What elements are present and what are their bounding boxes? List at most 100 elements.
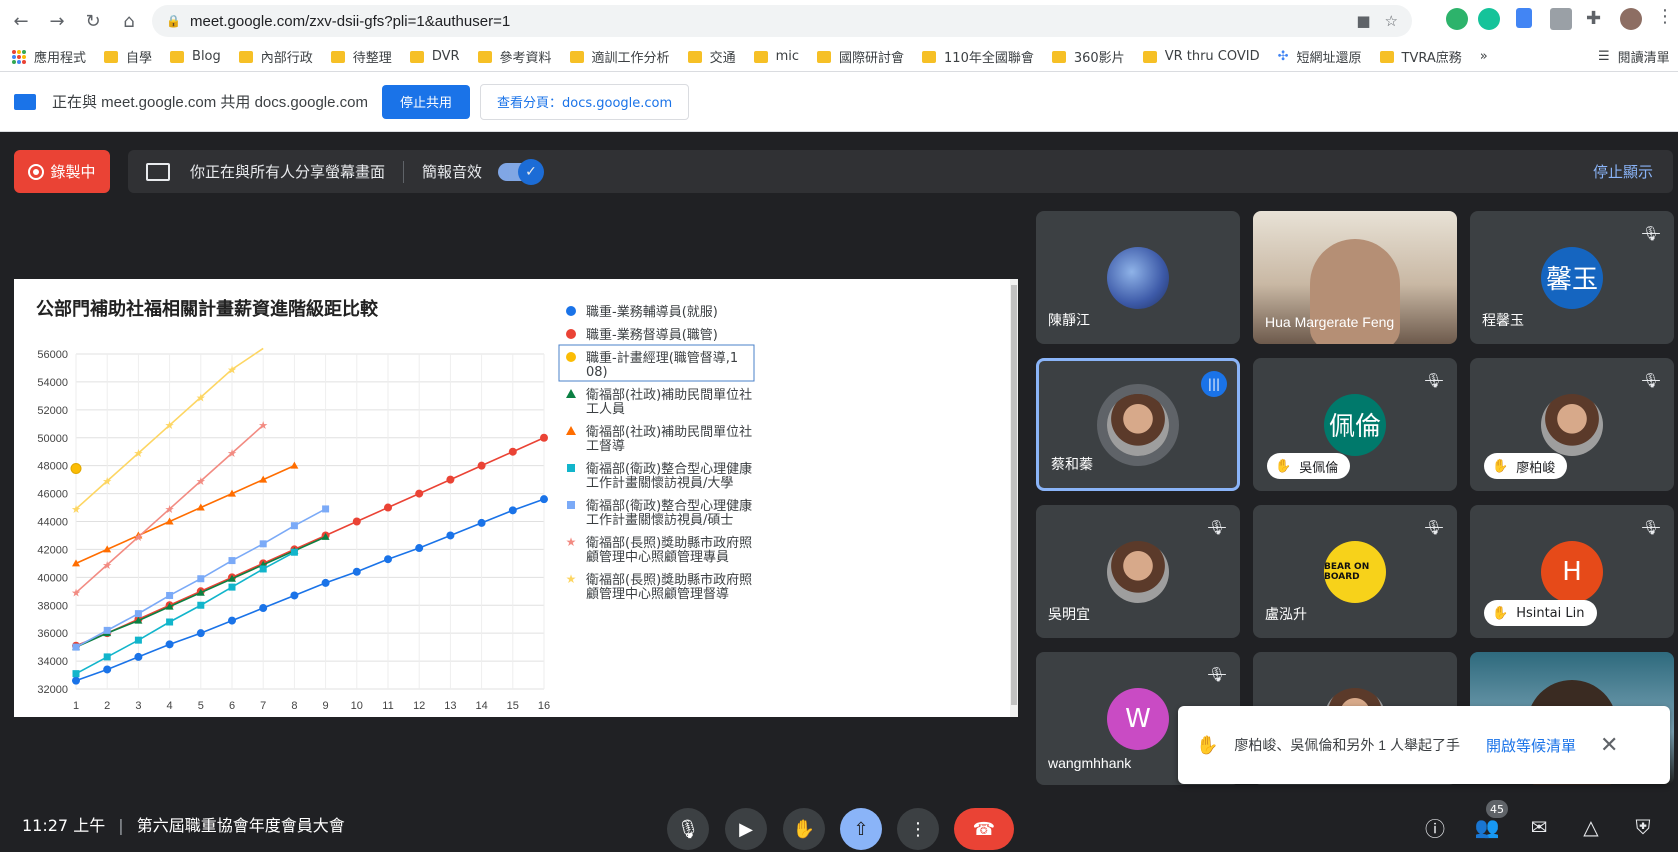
chat-button[interactable]: ✉ [1524, 812, 1554, 842]
legend-marker: ★ [566, 535, 577, 549]
open-queue-link[interactable]: 開啟等候清單 [1486, 735, 1576, 756]
data-point [70, 462, 82, 474]
camera-icon[interactable]: ■ [1356, 12, 1370, 30]
bookmark-folder[interactable]: 自學 [104, 47, 152, 66]
participant-tile[interactable]: BEAR ON BOARD 🎙︎ 盧泓升 [1253, 505, 1457, 638]
bookmark-folder[interactable]: TVRA庶務 [1379, 47, 1462, 66]
raised-hand-icon: ✋ [1492, 458, 1509, 474]
participant-tile[interactable]: ||| 蔡和蓁 [1036, 358, 1240, 491]
data-point [259, 565, 267, 573]
participant-name: 吳明宜 [1048, 606, 1090, 622]
evernote-icon[interactable] [1446, 8, 1468, 30]
bookmark-folder[interactable]: mic [753, 49, 799, 64]
recording-indicator[interactable]: 錄製中 [14, 150, 110, 193]
profile-avatar[interactable] [1620, 8, 1642, 30]
bookmark-folder[interactable]: DVR [409, 49, 460, 64]
data-point: ★ [258, 419, 268, 432]
bookmark-folder[interactable]: 110年全國聯會 [922, 47, 1034, 66]
participant-tile[interactable]: Hua Margerate Feng [1253, 211, 1457, 344]
back-icon[interactable]: ← [6, 6, 36, 36]
camera-button[interactable]: ▶ [725, 808, 767, 850]
url-text[interactable]: meet.google.com/zxv-dsii-gfs?pli=1&authu… [190, 13, 510, 30]
data-point [72, 670, 80, 678]
bookmark-folder[interactable]: VR thru COVID [1142, 49, 1260, 64]
bookmark-apps[interactable]: 應用程式 [12, 47, 86, 66]
participant-tile[interactable]: 佩倫 🎙︎ ✋ 吳佩倫 [1253, 358, 1457, 491]
raised-hand-icon: ✋ [1492, 605, 1509, 621]
data-point [352, 567, 361, 576]
stop-presenting-button[interactable]: 停止顯示 [1593, 161, 1653, 182]
puzzle-icon[interactable]: ✚ [1586, 8, 1608, 30]
bookmark-folder[interactable]: Blog [170, 49, 221, 64]
view-tab-button[interactable]: 查看分頁：docs.google.com [479, 83, 690, 120]
meeting-details-button[interactable]: ⓘ [1420, 812, 1450, 842]
participant-tile[interactable]: H 🎙︎ ✋ Hsintai Lin [1470, 505, 1674, 638]
data-point [134, 610, 142, 618]
data-point [228, 557, 236, 565]
mic-off-icon: 🎙︎ [1208, 667, 1226, 683]
data-point [196, 629, 205, 638]
data-point: ★ [102, 475, 112, 488]
mic-off-icon: 🎙︎ [1425, 373, 1443, 389]
grammarly-icon[interactable] [1478, 8, 1500, 30]
data-point [134, 636, 142, 644]
star-icon[interactable]: ☆ [1385, 12, 1398, 30]
slide-scrollbar[interactable] [1010, 279, 1018, 717]
bookmark-folder[interactable]: 國際研討會 [817, 47, 904, 66]
participant-name: 蔡和蓁 [1051, 456, 1093, 472]
legend-marker [566, 329, 576, 339]
x-tick-label: 11 [382, 700, 393, 712]
host-controls-button[interactable]: ⛨ [1628, 812, 1658, 842]
home-icon[interactable]: ⌂ [114, 6, 144, 36]
microphone-button[interactable]: 🎙 [667, 808, 709, 850]
present-button[interactable]: ⇧ [840, 808, 882, 850]
reading-list-icon: ☰ [1598, 49, 1610, 64]
participant-tile[interactable]: 🎙︎ 吳明宜 [1036, 505, 1240, 638]
bookmark-folder[interactable]: 內部行政 [238, 47, 313, 66]
people-count-badge: 45 [1486, 800, 1508, 818]
reading-list[interactable]: ☰ 閱讀清單 [1598, 47, 1670, 66]
x-tick-label: 4 [167, 700, 173, 712]
participant-name: 盧泓升 [1265, 606, 1307, 622]
reload-icon[interactable]: ↻ [78, 6, 108, 36]
close-icon[interactable]: ✕ [1600, 733, 1618, 758]
data-point [321, 578, 330, 587]
forward-icon[interactable]: → [42, 6, 72, 36]
more-bookmarks[interactable]: » [1480, 49, 1488, 64]
screen-icon[interactable] [1550, 8, 1572, 30]
bookmark-folder[interactable]: 360影片 [1051, 47, 1125, 66]
raised-hand-icon: ✋ [1275, 458, 1292, 474]
legend-label: 衛福部(衛政)整合型心理健康工作計畫關懷訪視員/碩士 [586, 498, 752, 528]
x-tick-label: 6 [229, 700, 235, 712]
x-tick-label: 14 [475, 700, 487, 712]
data-point [165, 640, 174, 649]
bookmark-link[interactable]: ✣ 短網址還原 [1278, 47, 1362, 66]
data-point [508, 447, 517, 456]
x-tick-label: 16 [538, 700, 550, 712]
bookmark-folder[interactable]: 待整理 [330, 47, 392, 66]
data-point [540, 495, 548, 504]
activities-button[interactable]: △ [1576, 812, 1606, 842]
docs-icon[interactable] [1516, 8, 1532, 28]
tab-share-icon [14, 93, 36, 110]
folder-icon [687, 50, 702, 63]
more-options-button[interactable]: ⋮ [897, 808, 939, 850]
participant-tile[interactable]: 馨玉 🎙︎ 程馨玉 [1470, 211, 1674, 344]
participant-tile[interactable]: 🎙︎ ✋ 廖柏峻 [1470, 358, 1674, 491]
y-tick-label: 38000 [37, 600, 68, 612]
stop-sharing-button[interactable]: 停止共用 [381, 84, 470, 119]
leave-call-button[interactable]: ☎ [954, 808, 1014, 850]
address-bar[interactable]: 🔒 meet.google.com/zxv-dsii-gfs?pli=1&aut… [152, 5, 1412, 37]
lock-icon: 🔒 [166, 14, 181, 28]
bookmark-folder[interactable]: 參考資料 [477, 47, 552, 66]
data-point [290, 548, 298, 556]
mic-off-icon: 🎙︎ [1642, 520, 1660, 536]
menu-icon[interactable]: ⋮ [1656, 6, 1678, 28]
meeting-controls-bar: 11:27 上午 | 第六屆職重協會年度會員大會 🎙 ▶ ✋ ⇧ ⋮ ☎ ⓘ 👥… [0, 800, 1678, 852]
raise-hand-button[interactable]: ✋ [783, 808, 825, 850]
bookmark-folder[interactable]: 適訓工作分析 [569, 47, 670, 66]
avatar: BEAR ON BOARD [1324, 540, 1386, 603]
participant-tile[interactable]: 陳靜江 [1036, 211, 1240, 344]
bookmark-folder[interactable]: 交通 [687, 47, 736, 66]
presentation-audio-toggle[interactable]: ✓ [498, 158, 545, 185]
